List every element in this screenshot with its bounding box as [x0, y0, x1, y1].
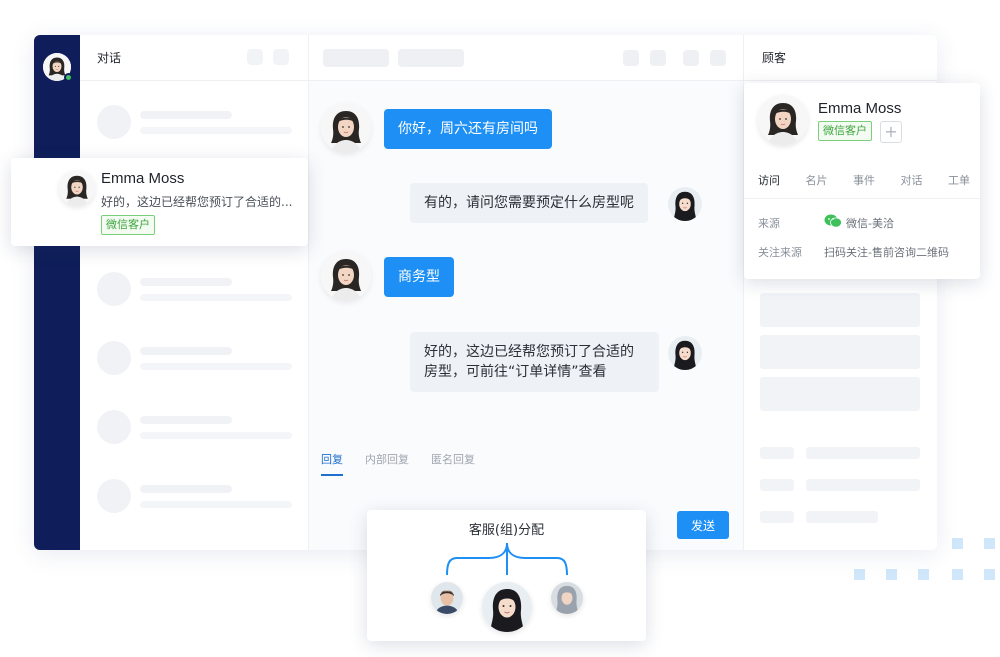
message-line: 房型，可前往“订单详情”查看 — [424, 364, 607, 380]
agent-assignment-card: 客服(组)分配 — [367, 510, 646, 641]
agent-avatar[interactable] — [431, 582, 463, 614]
decor-dot — [984, 569, 995, 580]
agent-avatar[interactable] — [551, 582, 583, 614]
customer-avatar — [758, 95, 808, 145]
agent-avatar — [668, 336, 702, 370]
chat-header — [309, 35, 743, 81]
wechat-customer-tag: 微信客户 — [101, 215, 155, 235]
tab-conversations[interactable]: 对话 — [901, 172, 923, 188]
chat-action-icon[interactable] — [650, 50, 666, 66]
tab-visit[interactable]: 访问 — [758, 172, 780, 188]
conversation-list: 对话 — [80, 35, 309, 550]
customer-detail-tabs: 访问 名片 事件 对话 工单 — [758, 172, 970, 188]
highlighted-conversation-card[interactable]: Emma Moss 好的，这边已经帮您预订了合适的... 微信客户 — [11, 158, 308, 246]
customer-info-placeholder — [760, 377, 920, 411]
source-label: 来源 — [758, 217, 780, 230]
message-bubble: 你好，周六还有房间吗 — [384, 109, 552, 149]
list-action-icon[interactable] — [273, 49, 289, 65]
tab-anonymous-reply[interactable]: 匿名回复 — [431, 451, 475, 467]
agent-avatar — [668, 187, 702, 221]
wechat-customer-tag: 微信客户 — [818, 121, 872, 141]
customer-info-placeholder — [760, 479, 794, 491]
decor-dot — [984, 538, 995, 549]
customer-avatar — [321, 103, 371, 153]
chat-header-placeholder — [323, 49, 389, 67]
customer-info-placeholder — [760, 511, 794, 523]
online-status-dot — [64, 73, 73, 82]
chat-action-icon[interactable] — [710, 50, 726, 66]
decor-dot — [918, 569, 929, 580]
list-item-placeholder[interactable] — [97, 479, 297, 515]
add-tag-button[interactable]: + — [880, 121, 902, 143]
follow-source-label: 关注来源 — [758, 246, 802, 259]
decor-dot — [886, 569, 897, 580]
customer-info-placeholder — [760, 293, 920, 327]
nav-rail — [34, 35, 80, 550]
tab-reply[interactable]: 回复 — [321, 451, 343, 476]
decor-dot — [952, 538, 963, 549]
message-line: 好的，这边已经帮您预订了合适的 — [424, 344, 634, 360]
message-bubble: 商务型 — [384, 257, 454, 297]
agent-avatar[interactable] — [482, 582, 532, 632]
wechat-icon — [824, 214, 842, 228]
message-bubble: 好的，这边已经帮您预订了合适的 房型，可前往“订单详情”查看 — [410, 332, 659, 392]
list-action-icon[interactable] — [247, 49, 263, 65]
source-value: 微信-美洽 — [846, 217, 894, 230]
customer-info-placeholder — [806, 447, 920, 459]
conversation-preview: 好的，这边已经帮您预订了合适的... — [101, 195, 293, 209]
follow-source-value: 扫码关注-售前咨询二维码 — [824, 246, 949, 259]
customer-info-placeholder — [760, 335, 920, 369]
chat-action-icon[interactable] — [623, 50, 639, 66]
chat-panel: 你好，周六还有房间吗 有的，请问您需要预定什么房型呢 商务型 好的，这边已经帮您… — [309, 35, 743, 550]
reply-tabs: 回复 内部回复 匿名回复 — [321, 451, 475, 476]
chat-header-placeholder — [398, 49, 464, 67]
decor-dot — [952, 569, 963, 580]
customer-info-placeholder — [806, 511, 878, 523]
tab-tickets[interactable]: 工单 — [948, 172, 970, 188]
conversation-name: Emma Moss — [101, 170, 185, 187]
customer-avatar — [59, 170, 95, 206]
tab-card[interactable]: 名片 — [806, 172, 828, 188]
list-item-placeholder[interactable] — [97, 272, 297, 308]
decor-dot — [854, 569, 865, 580]
list-item-placeholder[interactable] — [97, 410, 297, 446]
message-bubble: 有的，请问您需要预定什么房型呢 — [410, 183, 648, 223]
customer-avatar — [321, 251, 371, 301]
tab-events[interactable]: 事件 — [853, 172, 875, 188]
chat-action-icon[interactable] — [683, 50, 699, 66]
divider — [744, 198, 980, 199]
customer-name: Emma Moss — [818, 100, 902, 117]
list-item-placeholder[interactable] — [97, 105, 297, 141]
send-button[interactable]: 发送 — [677, 511, 729, 539]
customer-info-placeholder — [760, 447, 794, 459]
list-item-placeholder[interactable] — [97, 341, 297, 377]
customer-detail-card: Emma Moss 微信客户 + 访问 名片 事件 对话 工单 来源 微信-美洽… — [744, 83, 980, 279]
tab-internal-reply[interactable]: 内部回复 — [365, 451, 409, 467]
customer-panel-title: 顾客 — [744, 35, 937, 81]
customer-info-placeholder — [806, 479, 920, 491]
